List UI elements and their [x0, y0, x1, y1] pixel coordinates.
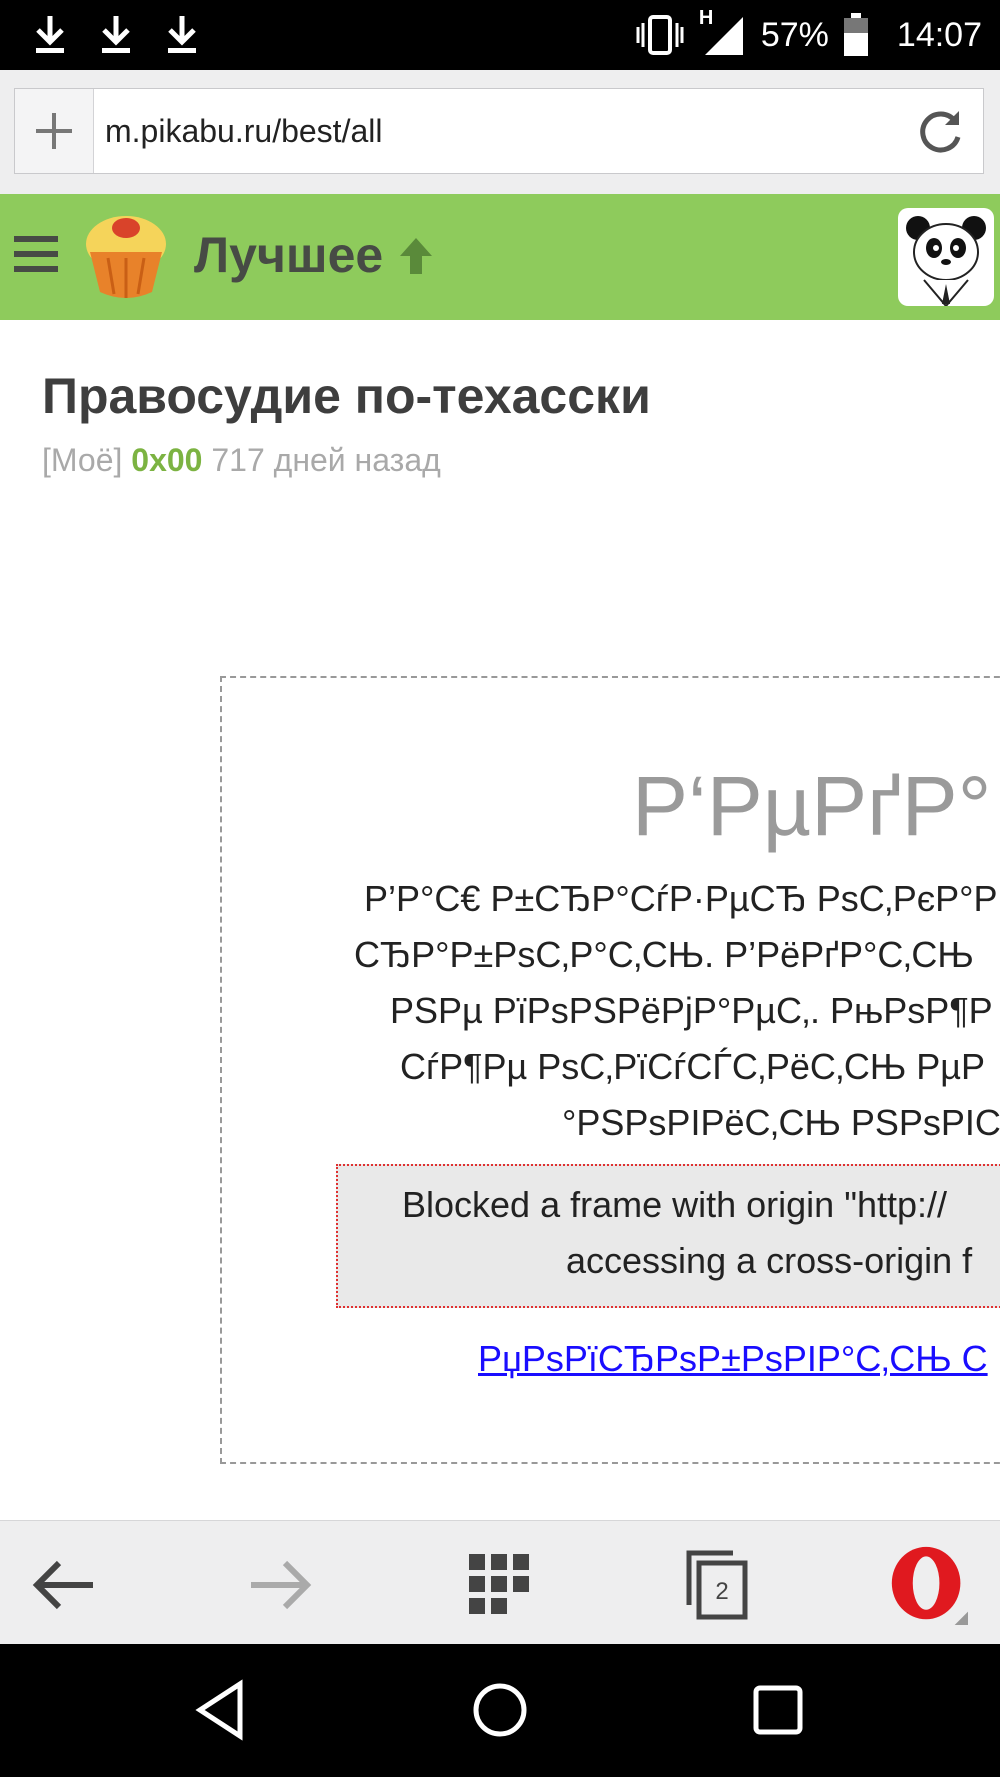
download-icon [36, 16, 64, 53]
cupcake-logo-icon[interactable] [78, 208, 174, 304]
browser-bottom-toolbar: 2 [0, 1520, 1000, 1645]
embed-text-line: СЂР°Р±РѕС‚Р°С‚СЊ. Р’РёРґР°С‚СЊ [354, 934, 974, 975]
error-text-line: Blocked a frame with origin "http:// [402, 1184, 948, 1225]
embed-text-line: СѓР¶Рµ РѕС‚РїСѓСЃС‚РёС‚СЊ РµР [400, 1046, 986, 1087]
battery-percent: 57% [760, 15, 829, 54]
clock: 14:07 [896, 15, 982, 54]
speed-dial-button[interactable] [460, 1545, 540, 1625]
error-message-box: Blocked a frame with origin "http:// acc… [336, 1164, 1000, 1308]
network-type-label: H [698, 7, 714, 29]
post-meta: [Моё] 0x00 717 дней назад [42, 440, 441, 480]
opera-menu-icon [891, 1546, 968, 1625]
post-title[interactable]: Правосудие по-техасски [42, 366, 651, 426]
signal-indicator: H [699, 7, 747, 57]
reload-icon[interactable] [915, 107, 965, 157]
nav-home-icon[interactable] [468, 1678, 532, 1742]
post-tag[interactable]: [Моё] [42, 442, 122, 478]
forward-arrow-icon [251, 1560, 312, 1610]
site-header: Лучшее [0, 194, 1000, 320]
embed-text-line: °РЅРѕРІРёС‚СЊ РЅРѕРІС [562, 1102, 1000, 1143]
error-text-line: accessing a cross-origin f [566, 1240, 973, 1281]
url-field-container: m.pikabu.ru/best/all [14, 88, 984, 174]
vibrate-icon [636, 15, 684, 55]
tabs-icon: 2 [686, 1550, 748, 1620]
tabs-button[interactable]: 2 [678, 1545, 758, 1625]
embed-heading: Р‘РµРґР° ; [632, 759, 1000, 853]
download-icon [168, 16, 196, 53]
avatar[interactable] [898, 208, 994, 306]
embed-text-line: Р’Р°С€ Р±СЂР°СѓР·РµСЂ РѕС‚РєР°Р [364, 878, 998, 919]
opera-menu-button[interactable] [888, 1545, 968, 1625]
back-button[interactable] [24, 1545, 104, 1625]
url-input[interactable]: m.pikabu.ru/best/all [105, 89, 382, 173]
embed-text-line: РЅРµ РїРѕРЅРёРјР°РµС‚. РњРѕР¶Р [390, 990, 993, 1031]
download-icon [102, 16, 130, 53]
arrow-up-icon [400, 238, 432, 274]
embedded-frame: Р‘РµРґР° ; Р’Р°С€ Р±СЂР°СѓР·РµСЂ РѕС‚РєР… [220, 676, 1000, 1464]
nav-recents-icon[interactable] [746, 1678, 810, 1742]
menu-icon[interactable] [14, 234, 58, 274]
status-bar: H 57% 14:07 [0, 0, 1000, 70]
retry-link[interactable]: РџРѕРїСЂРѕР±РѕРІР°С‚СЊ С [478, 1338, 988, 1380]
tab-count: 2 [715, 1578, 728, 1605]
panda-avatar-icon [906, 216, 986, 306]
battery-icon [843, 13, 868, 56]
forward-button[interactable] [240, 1545, 320, 1625]
nav-back-icon[interactable] [190, 1678, 254, 1742]
browser-address-bar: m.pikabu.ru/best/all [0, 70, 1000, 194]
plus-icon[interactable] [15, 89, 94, 173]
system-navigation-bar [0, 1644, 1000, 1777]
post-author[interactable]: 0x00 [131, 442, 202, 478]
speed-dial-icon [469, 1554, 529, 1614]
post-time: 717 дней назад [211, 442, 441, 478]
section-title: Лучшее [194, 227, 384, 283]
back-arrow-icon [32, 1560, 93, 1610]
